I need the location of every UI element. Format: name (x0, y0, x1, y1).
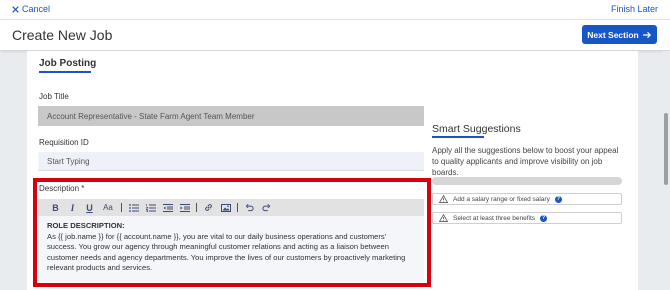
smart-suggestions-description: Apply all the suggestions below to boost… (432, 146, 619, 177)
close-icon (12, 5, 19, 13)
cancel-label: Cancel (22, 4, 51, 14)
suggestion-label: Add a salary range or fixed salary (453, 195, 550, 203)
arrow-right-icon (642, 31, 651, 38)
suggestions-progress-bar (432, 177, 622, 185)
warning-icon (439, 214, 448, 222)
help-icon[interactable]: ? (540, 214, 548, 222)
scrollbar-thumb[interactable] (664, 113, 668, 185)
suggestion-label: Select at least three benefits (453, 214, 536, 222)
requisition-id-label: Requisition ID (39, 138, 89, 147)
next-section-label: Next Section (587, 29, 639, 40)
job-title-label: Job Title (39, 92, 69, 101)
next-section-button[interactable]: Next Section (582, 25, 657, 44)
suggestion-item[interactable]: Add a salary range or fixed salary ? (432, 193, 622, 205)
description-highlight-box (33, 178, 431, 287)
smart-suggestions-underline (432, 136, 484, 138)
cancel-link[interactable]: Cancel (12, 4, 50, 14)
section-underline (39, 71, 91, 73)
job-title-field[interactable]: Account Representative - State Farm Agen… (38, 106, 424, 126)
requisition-id-input[interactable]: Start Typing (38, 152, 424, 171)
title-bar: Create New Job Next Section (0, 20, 670, 50)
suggestion-item[interactable]: Select at least three benefits ? (432, 212, 622, 224)
section-title: Job Posting (39, 58, 97, 69)
smart-suggestions-title: Smart Suggestions (432, 123, 521, 135)
warning-icon (439, 195, 448, 203)
finish-later-link[interactable]: Finish Later (611, 4, 658, 14)
help-icon[interactable]: ? (554, 195, 562, 203)
page-title: Create New Job (12, 27, 113, 43)
top-bar: Cancel Finish Later (0, 0, 670, 20)
